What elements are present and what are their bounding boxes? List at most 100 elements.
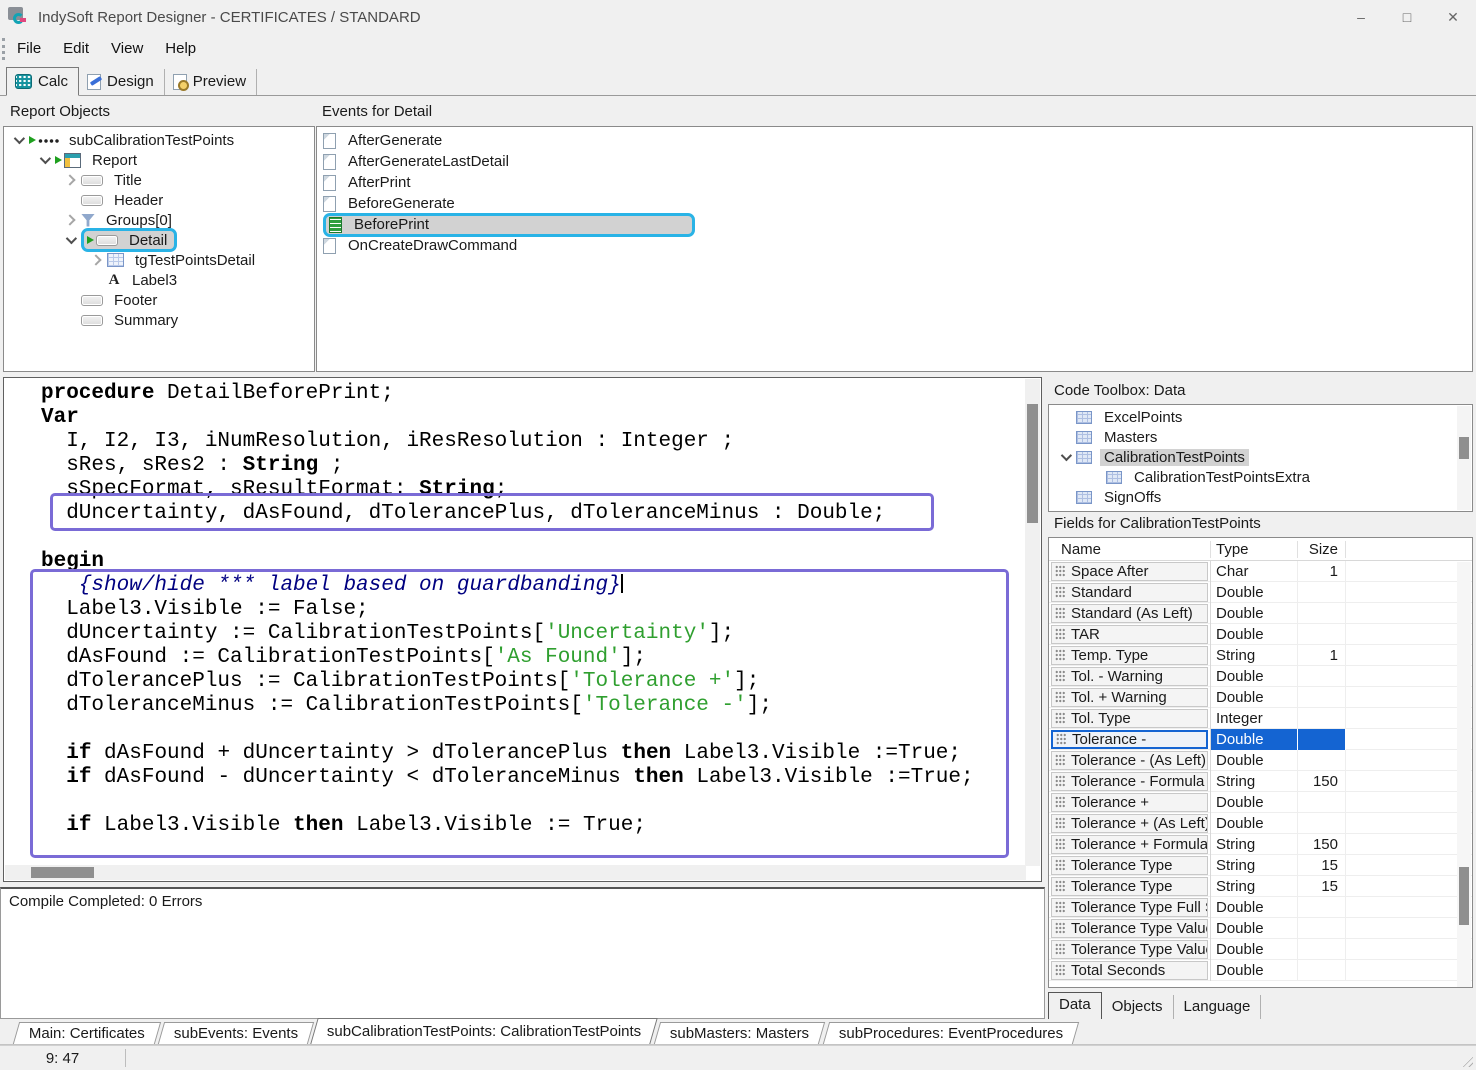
fields-col-name[interactable]: Name xyxy=(1049,541,1211,558)
field-name-button[interactable]: Tol. Type xyxy=(1051,709,1208,728)
fields-scroll-thumb[interactable] xyxy=(1459,867,1469,925)
fields-col-size[interactable]: Size xyxy=(1298,541,1346,558)
tree-item-subCalibrationTestPoints[interactable]: subCalibrationTestPoints xyxy=(4,130,314,150)
toolbox-item-ExcelPoints[interactable]: ExcelPoints xyxy=(1049,407,1472,427)
tree-item-Detail[interactable]: Detail xyxy=(4,230,314,250)
tree-item-Groups[0][interactable]: Groups[0] xyxy=(4,210,314,230)
drag-handle-icon[interactable] xyxy=(1055,586,1065,598)
drag-handle-icon[interactable] xyxy=(1055,943,1065,955)
field-name-button[interactable]: Tolerance + xyxy=(1051,793,1208,812)
fields-scrollbar[interactable] xyxy=(1457,562,1471,988)
drag-handle-icon[interactable] xyxy=(1055,859,1065,871)
field-name-button[interactable]: Space After xyxy=(1051,562,1208,581)
field-name-button[interactable]: Standard xyxy=(1051,583,1208,602)
field-name-button[interactable]: Standard (As Left) xyxy=(1051,604,1208,623)
toolbox-tab-language[interactable]: Language xyxy=(1174,995,1262,1019)
drag-handle-icon[interactable] xyxy=(1055,796,1065,808)
toolbox-tab-objects[interactable]: Objects xyxy=(1102,995,1174,1019)
field-row-Tol. - Warning[interactable]: Tol. - WarningDouble xyxy=(1049,666,1472,687)
tree-item-Header[interactable]: Header xyxy=(4,190,314,210)
drag-handle-icon[interactable] xyxy=(1055,838,1065,850)
field-name-button[interactable]: TAR xyxy=(1051,625,1208,644)
field-name-button[interactable]: Tolerance Type xyxy=(1051,877,1208,896)
toolbox-scrollbar[interactable] xyxy=(1457,406,1471,510)
drag-handle-icon[interactable] xyxy=(1055,670,1065,682)
field-row-Tolerance - Formula[interactable]: Tolerance - FormulaString150 xyxy=(1049,771,1472,792)
field-name-button[interactable]: Tolerance + Formula xyxy=(1051,835,1208,854)
drag-handle-icon[interactable] xyxy=(1056,733,1066,745)
field-row-Tolerance Type[interactable]: Tolerance TypeString15 xyxy=(1049,855,1472,876)
field-name-button[interactable]: Tolerance - xyxy=(1051,730,1208,749)
editor-vertical-scrollbar[interactable] xyxy=(1025,379,1040,866)
field-row-Total Seconds[interactable]: Total SecondsDouble xyxy=(1049,960,1472,981)
document-tab[interactable]: subCalibrationTestPoints: CalibrationTes… xyxy=(310,1018,658,1044)
field-row-Tolerance - (As Left)[interactable]: Tolerance - (As Left)Double xyxy=(1049,750,1472,771)
toolbox-item-SignOffs[interactable]: SignOffs xyxy=(1049,487,1472,507)
toolbox-scroll-thumb[interactable] xyxy=(1459,437,1469,459)
fields-col-type[interactable]: Type xyxy=(1211,541,1298,558)
tab-calc[interactable]: Calc xyxy=(6,67,79,96)
tree-item-Footer[interactable]: Footer xyxy=(4,290,314,310)
toolbox-item-CalibrationTestPointsExtra[interactable]: CalibrationTestPointsExtra xyxy=(1049,467,1472,487)
close-button[interactable]: ✕ xyxy=(1430,0,1476,34)
field-row-Tolerance -[interactable]: Tolerance -Double xyxy=(1049,729,1472,750)
field-name-button[interactable]: Temp. Type xyxy=(1051,646,1208,665)
field-name-button[interactable]: Tolerance Type Value 2 xyxy=(1051,940,1208,959)
drag-handle-icon[interactable] xyxy=(1055,712,1065,724)
chevron-right-icon[interactable] xyxy=(64,214,75,225)
chevron-down-icon[interactable] xyxy=(66,233,77,244)
field-name-button[interactable]: Tol. - Warning xyxy=(1051,667,1208,686)
field-name-button[interactable]: Tolerance Type xyxy=(1051,856,1208,875)
event-item-AfterPrint[interactable]: AfterPrint xyxy=(317,172,1472,193)
field-row-Tolerance + (As Left)[interactable]: Tolerance + (As Left)Double xyxy=(1049,813,1472,834)
field-row-Tolerance + Formula[interactable]: Tolerance + FormulaString150 xyxy=(1049,834,1472,855)
event-item-OnCreateDrawCommand[interactable]: OnCreateDrawCommand xyxy=(317,235,1472,256)
chevron-down-icon[interactable] xyxy=(14,133,25,144)
editor-horizontal-scrollbar[interactable] xyxy=(5,865,1026,880)
field-row-Tolerance Type Full Sc[interactable]: Tolerance Type Full ScDouble xyxy=(1049,897,1472,918)
document-tab[interactable]: subEvents: Events xyxy=(158,1022,315,1044)
drag-handle-icon[interactable] xyxy=(1055,691,1065,703)
drag-handle-icon[interactable] xyxy=(1055,754,1065,766)
tree-item-Report[interactable]: Report xyxy=(4,150,314,170)
toolbox-item-CalibrationTestPoints[interactable]: CalibrationTestPoints xyxy=(1049,447,1472,467)
chevron-down-icon[interactable] xyxy=(40,153,51,164)
tree-item-Title[interactable]: Title xyxy=(4,170,314,190)
event-item-AfterGenerate[interactable]: AfterGenerate xyxy=(317,130,1472,151)
field-row-TAR[interactable]: TARDouble xyxy=(1049,624,1472,645)
drag-handle-icon[interactable] xyxy=(1055,964,1065,976)
drag-handle-icon[interactable] xyxy=(1055,901,1065,913)
field-row-Tolerance Type[interactable]: Tolerance TypeString15 xyxy=(1049,876,1472,897)
field-row-Tolerance Type Value[interactable]: Tolerance Type ValueDouble xyxy=(1049,918,1472,939)
field-name-button[interactable]: Tolerance - Formula xyxy=(1051,772,1208,791)
toolbox-item-Masters[interactable]: Masters xyxy=(1049,427,1472,447)
resize-grip[interactable] xyxy=(1460,1054,1473,1067)
event-item-BeforeGenerate[interactable]: BeforeGenerate xyxy=(317,193,1472,214)
menu-help[interactable]: Help xyxy=(154,37,207,60)
editor-hscroll-thumb[interactable] xyxy=(31,867,94,878)
menu-edit[interactable]: Edit xyxy=(52,37,100,60)
field-row-Standard (As Left)[interactable]: Standard (As Left)Double xyxy=(1049,603,1472,624)
drag-handle-icon[interactable] xyxy=(1055,775,1065,787)
drag-handle-icon[interactable] xyxy=(1055,880,1065,892)
chevron-right-icon[interactable] xyxy=(64,174,75,185)
editor-vscroll-thumb[interactable] xyxy=(1027,404,1038,523)
field-name-button[interactable]: Tolerance Type Value xyxy=(1051,919,1208,938)
field-name-button[interactable]: Total Seconds xyxy=(1051,961,1208,980)
field-row-Tolerance Type Value 2[interactable]: Tolerance Type Value 2Double xyxy=(1049,939,1472,960)
field-row-Space After[interactable]: Space AfterChar1 xyxy=(1049,561,1472,582)
minimize-button[interactable]: – xyxy=(1338,0,1384,34)
field-row-Tolerance +[interactable]: Tolerance +Double xyxy=(1049,792,1472,813)
drag-handle-icon[interactable] xyxy=(1055,817,1065,829)
event-item-AfterGenerateLastDetail[interactable]: AfterGenerateLastDetail xyxy=(317,151,1472,172)
tab-preview[interactable]: Preview xyxy=(165,69,257,95)
document-tab[interactable]: Main: Certificates xyxy=(13,1022,161,1044)
code-editor[interactable]: procedure DetailBeforePrint;Var I, I2, I… xyxy=(3,377,1042,882)
field-name-button[interactable]: Tolerance - (As Left) xyxy=(1051,751,1208,770)
field-row-Tol. + Warning[interactable]: Tol. + WarningDouble xyxy=(1049,687,1472,708)
tree-item-Summary[interactable]: Summary xyxy=(4,310,314,330)
toolbox-tab-data[interactable]: Data xyxy=(1048,992,1102,1019)
tab-design[interactable]: Design xyxy=(79,69,165,95)
menu-view[interactable]: View xyxy=(100,37,154,60)
drag-handle-icon[interactable] xyxy=(1055,607,1065,619)
